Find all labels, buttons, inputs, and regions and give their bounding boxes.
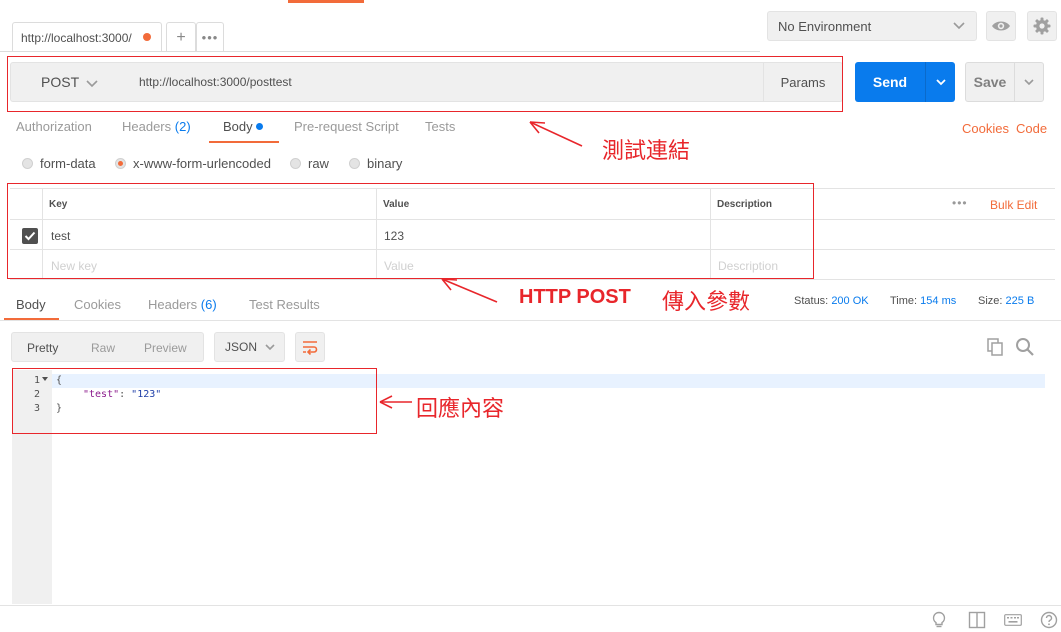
wrap-lines-button[interactable] xyxy=(295,332,325,362)
gear-icon xyxy=(1033,17,1051,35)
annotation-box-url xyxy=(7,56,843,112)
lightbulb-icon[interactable] xyxy=(931,611,947,629)
keyboard-icon[interactable] xyxy=(1004,614,1022,626)
save-options-button[interactable] xyxy=(1014,62,1044,102)
manage-environments-button[interactable] xyxy=(1027,11,1057,41)
send-button[interactable]: Send xyxy=(855,62,925,102)
tab-prerequest-script[interactable]: Pre-request Script xyxy=(294,119,399,134)
bulk-edit-link[interactable]: Bulk Edit xyxy=(990,198,1037,212)
footer-divider xyxy=(0,605,1061,606)
time-value: 154 ms xyxy=(920,295,957,307)
eye-icon xyxy=(992,21,1010,31)
response-format-value: JSON xyxy=(225,340,258,354)
tab-authorization[interactable]: Authorization xyxy=(16,119,92,134)
tab-more-button[interactable]: ••• xyxy=(196,22,224,52)
radio-form-data[interactable]: form-data xyxy=(22,156,96,171)
send-options-button[interactable] xyxy=(925,62,955,102)
tab-strip-divider xyxy=(0,51,760,52)
view-preview-button[interactable]: Preview xyxy=(144,341,187,355)
response-tab-test-results[interactable]: Test Results xyxy=(249,297,320,312)
search-icon[interactable] xyxy=(1015,337,1035,357)
radio-raw-label: raw xyxy=(308,156,329,171)
radio-urlencoded[interactable]: x-www-form-urlencoded xyxy=(115,156,271,171)
request-tab[interactable]: http://localhost:3000/ xyxy=(12,22,162,52)
size-label: Size: xyxy=(978,295,1003,307)
tab-body-label: Body xyxy=(223,119,253,134)
chevron-down-icon xyxy=(1024,79,1034,86)
unsaved-dot-icon xyxy=(143,33,151,41)
tab-headers-count: (2) xyxy=(174,119,191,134)
tab-tests[interactable]: Tests xyxy=(425,119,455,134)
view-raw-button[interactable]: Raw xyxy=(91,341,115,355)
environment-quick-look-button[interactable] xyxy=(986,11,1016,41)
two-pane-view-icon[interactable] xyxy=(968,611,986,629)
new-tab-button[interactable]: + xyxy=(166,22,196,52)
tab-body-underline xyxy=(209,141,279,143)
annotation-params-note: 傳入參數 xyxy=(662,290,751,315)
radio-binary-label: binary xyxy=(367,156,403,171)
response-status: Status: 200 OK xyxy=(794,295,869,307)
radio-form-data-label: form-data xyxy=(40,156,96,171)
table-divider xyxy=(10,279,1055,280)
view-pretty-button[interactable]: Pretty xyxy=(27,341,58,355)
tab-body[interactable]: Body xyxy=(223,119,263,134)
status-label: Status: xyxy=(794,295,829,307)
radio-urlencoded-label: x-www-form-urlencoded xyxy=(133,156,271,171)
annotation-box-response xyxy=(12,368,377,434)
radio-circle-selected xyxy=(115,158,126,169)
environment-select[interactable]: No Environment xyxy=(767,11,977,41)
status-value: 200 OK xyxy=(831,295,869,307)
chevron-down-icon xyxy=(265,344,275,351)
tab-headers-label: Headers xyxy=(122,119,172,134)
chevron-down-icon xyxy=(935,79,946,86)
response-tab-headers-label: Headers xyxy=(148,297,198,312)
response-format-select[interactable]: JSON xyxy=(214,332,285,362)
annotation-arrow-url xyxy=(529,121,583,147)
size-value: 225 B xyxy=(1005,295,1035,307)
body-modified-dot-icon xyxy=(255,123,263,130)
radio-raw[interactable]: raw xyxy=(290,156,329,171)
environment-select-value: No Environment xyxy=(778,18,872,34)
radio-circle xyxy=(349,158,360,169)
annotation-box-params xyxy=(7,183,814,279)
response-view-toggle: Pretty Raw Preview xyxy=(11,332,204,362)
response-tabs-divider xyxy=(0,320,1061,321)
response-time: Time: 154 ms xyxy=(890,295,956,307)
tab-strip: http://localhost:3000/ + ••• xyxy=(0,0,760,52)
response-tab-body[interactable]: Body xyxy=(16,297,46,312)
table-more-button[interactable]: ••• xyxy=(952,196,968,210)
radio-binary[interactable]: binary xyxy=(349,156,402,171)
tab-headers[interactable]: Headers (2) xyxy=(122,119,191,134)
wrap-lines-icon xyxy=(303,341,318,355)
copy-icon[interactable] xyxy=(985,337,1005,357)
radio-circle xyxy=(22,158,33,169)
radio-circle xyxy=(290,158,301,169)
cookies-link[interactable]: Cookies xyxy=(962,121,1009,136)
response-tab-headers[interactable]: Headers (6) xyxy=(148,297,217,312)
annotation-arrow-params xyxy=(441,278,498,303)
response-tab-cookies[interactable]: Cookies xyxy=(74,297,121,312)
annotation-url-note: 測試連結 xyxy=(602,139,691,164)
code-link[interactable]: Code xyxy=(1016,121,1047,136)
chevron-down-icon xyxy=(953,22,965,30)
annotation-params-note-bold: HTTP POST xyxy=(519,286,631,308)
time-label: Time: xyxy=(890,295,918,307)
save-button[interactable]: Save xyxy=(965,62,1015,102)
annotation-response-note: 回應內容 xyxy=(416,397,505,422)
request-tab-label: http://localhost:3000/ xyxy=(21,30,132,45)
help-icon[interactable] xyxy=(1040,611,1058,629)
response-tab-headers-count: (6) xyxy=(200,297,217,312)
tab-strip-accent xyxy=(288,0,364,3)
response-size: Size: 225 B xyxy=(978,295,1034,307)
